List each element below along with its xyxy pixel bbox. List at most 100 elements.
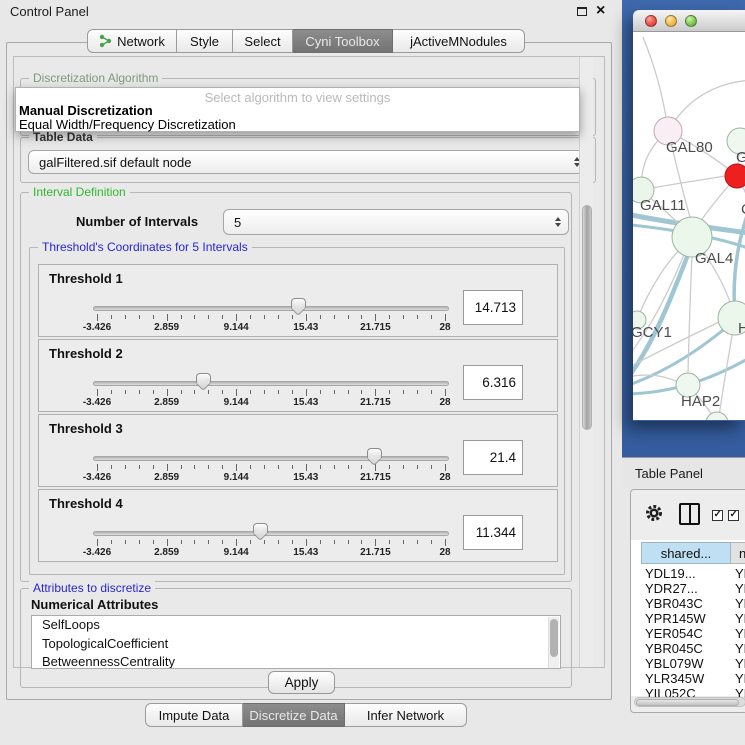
threshold-4-value-field[interactable]: 11.344 xyxy=(463,515,523,550)
table-row[interactable]: YBR045CYBR0 xyxy=(631,641,745,656)
slider-tick xyxy=(208,540,209,544)
slider-tick-label: 2.859 xyxy=(154,472,179,483)
slider-tick xyxy=(306,314,307,321)
slider-tick xyxy=(403,465,404,469)
threshold-3-slider-thumb[interactable] xyxy=(367,448,382,458)
slider-tick-label: -3.426 xyxy=(83,322,111,333)
panel-scrollbar[interactable] xyxy=(579,57,593,667)
table-row[interactable]: YPR145WYPR1 xyxy=(631,611,745,626)
threshold-2-slider-track[interactable] xyxy=(93,381,449,386)
cell-name: YDL1 xyxy=(735,566,745,581)
table-hscrollbar-thumb[interactable] xyxy=(636,699,739,706)
apply-button[interactable]: Apply xyxy=(268,671,335,694)
slider-tick xyxy=(111,540,112,544)
slider-tick xyxy=(278,390,279,394)
table-data-combobox[interactable]: galFiltered.sif default node xyxy=(28,150,588,174)
slider-tick xyxy=(361,390,362,394)
slider-tick xyxy=(153,315,154,319)
attribute-item-topologicalcoefficient[interactable]: TopologicalCoefficient xyxy=(32,635,560,654)
slider-tick xyxy=(389,315,390,319)
list-scrollbar-thumb[interactable] xyxy=(550,619,558,657)
threshold-1-value-field[interactable]: 14.713 xyxy=(463,290,523,325)
attribute-item-selfloops[interactable]: SelfLoops xyxy=(32,616,560,635)
slider-tick-label: 2.859 xyxy=(154,397,179,408)
slider-tick-label: -3.426 xyxy=(83,472,111,483)
tab-select[interactable]: Select xyxy=(233,29,293,53)
threshold-1-slider-thumb[interactable] xyxy=(291,298,306,308)
column-header-shared-[interactable]: shared... xyxy=(641,542,731,564)
node-label-ga: GA xyxy=(736,149,745,166)
slider-tick xyxy=(361,315,362,319)
gear-icon[interactable] xyxy=(645,504,663,522)
tab-infer-network[interactable]: Infer Network xyxy=(345,703,467,727)
threshold-list: Threshold 1-3.4262.8599.14415.4321.71528… xyxy=(38,264,558,564)
slider-tick xyxy=(417,390,418,394)
slider-tick xyxy=(181,390,182,394)
table-row[interactable]: YBR043CYBR0 xyxy=(631,596,745,611)
numerical-attributes-list[interactable]: SelfLoopsTopologicalCoefficientBetweenne… xyxy=(31,615,561,669)
slider-tick xyxy=(139,540,140,544)
network-window-titlebar[interactable] xyxy=(633,10,745,32)
slider-tick-label: 15.43 xyxy=(293,547,318,558)
tab-jactivemnodules[interactable]: jActiveMNodules xyxy=(393,29,525,53)
dropdown-item-equal-width-frequency[interactable]: Equal Width/Frequency Discretization xyxy=(19,117,236,132)
slider-tick xyxy=(348,315,349,319)
slider-tick xyxy=(194,315,195,319)
table-row[interactable]: YLR345WYLR3 xyxy=(631,671,745,686)
table-hscrollbar[interactable] xyxy=(634,697,745,707)
threshold-1-box: Threshold 1-3.4262.8599.14415.4321.71528… xyxy=(38,264,558,337)
threshold-3-value-field[interactable]: 21.4 xyxy=(463,440,523,475)
slider-tick xyxy=(278,315,279,319)
network-node[interactable] xyxy=(725,164,745,188)
threshold-2-value-field[interactable]: 6.316 xyxy=(463,365,523,400)
slider-tick xyxy=(236,389,237,396)
cell-name: YER0 xyxy=(735,626,745,641)
panel-scrollbar-thumb[interactable] xyxy=(582,205,592,430)
cell-name: YBL0 xyxy=(735,656,745,671)
slider-tick xyxy=(111,315,112,319)
slider-tick xyxy=(194,465,195,469)
tab-impute-data[interactable]: Impute Data xyxy=(145,703,243,727)
table-row[interactable]: YDL19...YDL1 xyxy=(631,566,745,581)
list-scrollbar[interactable] xyxy=(548,617,559,669)
table-row[interactable]: YBL079WYBL0 xyxy=(631,656,745,671)
tab-cyni-toolbox[interactable]: Cyni Toolbox xyxy=(293,29,393,53)
checkbox-icon[interactable] xyxy=(728,510,739,521)
slider-tick xyxy=(208,465,209,469)
float-panel-icon[interactable] xyxy=(577,7,587,16)
slider-tick-label: 28 xyxy=(439,547,450,558)
slider-tick xyxy=(306,539,307,546)
dropdown-item-manual-discretization[interactable]: Manual Discretization xyxy=(19,103,153,118)
slider-tick xyxy=(431,540,432,544)
slider-tick xyxy=(111,390,112,394)
slider-tick xyxy=(417,465,418,469)
window-minimize-button[interactable] xyxy=(665,15,677,27)
close-panel-icon[interactable]: × xyxy=(596,1,605,21)
column-header-na[interactable]: na xyxy=(731,542,745,564)
network-node[interactable] xyxy=(706,412,728,420)
table-panel-body: shared...na YDL19...YDL1YDR27...YDR2YBR0… xyxy=(630,489,745,713)
slider-tick xyxy=(125,390,126,394)
tab-style[interactable]: Style xyxy=(177,29,233,53)
threshold-2-slider-thumb[interactable] xyxy=(196,373,211,383)
window-close-button[interactable] xyxy=(645,15,657,27)
network-canvas[interactable]: GAL80GAGAL11CGAL4GCY1HHAP2 xyxy=(633,32,745,420)
checkbox-icon[interactable] xyxy=(712,510,723,521)
tab-network[interactable]: Network xyxy=(87,29,177,53)
table-row[interactable]: YER054CYER0 xyxy=(631,626,745,641)
split-columns-icon[interactable] xyxy=(679,503,700,525)
threshold-3-slider-track[interactable] xyxy=(93,456,449,461)
attribute-item-betweennesscentrality[interactable]: BetweennessCentrality xyxy=(32,653,560,669)
window-zoom-button[interactable] xyxy=(685,15,697,27)
number-of-intervals-combobox[interactable]: 5 xyxy=(223,209,569,235)
tab-discretize-data[interactable]: Discretize Data xyxy=(243,703,345,727)
slider-tick xyxy=(389,390,390,394)
threshold-1-slider-track[interactable] xyxy=(93,306,449,311)
table-row[interactable]: YDR27...YDR2 xyxy=(631,581,745,596)
slider-tick xyxy=(445,539,446,546)
threshold-4-slider-thumb[interactable] xyxy=(253,523,268,533)
slider-tick-label: 15.43 xyxy=(293,472,318,483)
threshold-4-slider-track[interactable] xyxy=(93,531,449,536)
slider-tick xyxy=(139,390,140,394)
slider-tick xyxy=(236,464,237,471)
